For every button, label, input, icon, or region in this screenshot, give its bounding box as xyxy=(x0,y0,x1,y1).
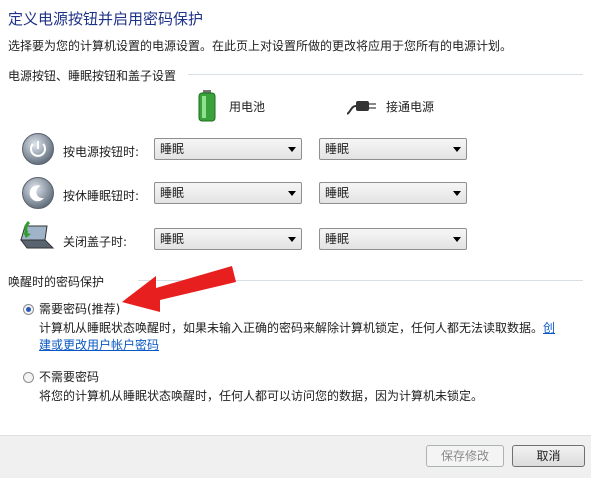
page-title: 定义电源按钮并启用密码保护 xyxy=(8,10,204,28)
close-lid-battery-select[interactable]: 睡眠 xyxy=(154,228,302,250)
power-button-label: 按电源按钮时: xyxy=(63,145,140,159)
sleep-button-icon xyxy=(22,177,54,209)
select-value: 睡眠 xyxy=(325,142,350,156)
require-password-label[interactable]: 需要密码(推荐) xyxy=(39,300,120,317)
close-lid-plugged-select[interactable]: 睡眠 xyxy=(319,228,467,250)
chevron-down-icon xyxy=(288,147,296,152)
power-settings-heading: 电源按钮、睡眠按钮和盖子设置 xyxy=(8,69,177,83)
power-button-plugged-select[interactable]: 睡眠 xyxy=(319,138,467,160)
password-section-heading: 唤醒时的密码保护 xyxy=(8,275,105,289)
select-value: 睡眠 xyxy=(325,232,350,246)
require-password-radio[interactable] xyxy=(23,304,34,315)
select-value: 睡眠 xyxy=(160,142,185,156)
close-lid-label: 关闭盖子时: xyxy=(63,235,128,249)
sleep-button-battery-select[interactable]: 睡眠 xyxy=(154,182,302,204)
plug-icon xyxy=(346,94,377,118)
select-value: 睡眠 xyxy=(325,186,350,200)
chevron-down-icon xyxy=(453,237,461,242)
select-value: 睡眠 xyxy=(160,232,185,246)
power-button-battery-select[interactable]: 睡眠 xyxy=(154,138,302,160)
chevron-down-icon xyxy=(288,237,296,242)
sleep-button-plugged-select[interactable]: 睡眠 xyxy=(319,182,467,204)
require-password-description: 计算机从睡眠状态唤醒时，如果未输入正确的密码来解除计算机锁定，任何人都无法读取数… xyxy=(39,320,559,354)
plugged-column-label: 接通电源 xyxy=(386,100,435,114)
page-description: 选择要为您的计算机设置的电源设置。在此页上对设置所做的更改将应用于您所有的电源计… xyxy=(8,39,513,53)
chevron-down-icon xyxy=(453,191,461,196)
save-button[interactable]: 保存修改 xyxy=(426,445,504,467)
power-settings-divider xyxy=(188,74,583,75)
no-password-label[interactable]: 不需要密码 xyxy=(39,368,99,385)
chevron-down-icon xyxy=(288,191,296,196)
battery-column-label: 用电池 xyxy=(229,100,266,114)
battery-icon xyxy=(197,90,217,122)
cancel-button[interactable]: 取消 xyxy=(512,445,585,467)
select-value: 睡眠 xyxy=(160,186,185,200)
sleep-button-label: 按休睡眠钮时: xyxy=(63,189,140,203)
laptop-lid-icon xyxy=(17,220,57,252)
require-password-text: 计算机从睡眠状态唤醒时，如果未输入正确的密码来解除计算机锁定，任何人都无法读取数… xyxy=(39,321,544,335)
no-password-radio[interactable] xyxy=(23,372,34,383)
no-password-description: 将您的计算机从睡眠状态唤醒时，任何人都可以访问您的数据，因为计算机未锁定。 xyxy=(39,389,484,403)
create-change-password-link[interactable]: 建或更改用户帐户密码 xyxy=(39,338,159,352)
create-change-password-link-part1[interactable]: 创 xyxy=(543,321,555,335)
chevron-down-icon xyxy=(453,147,461,152)
annotation-arrow xyxy=(120,262,240,312)
power-button-icon xyxy=(22,133,54,165)
